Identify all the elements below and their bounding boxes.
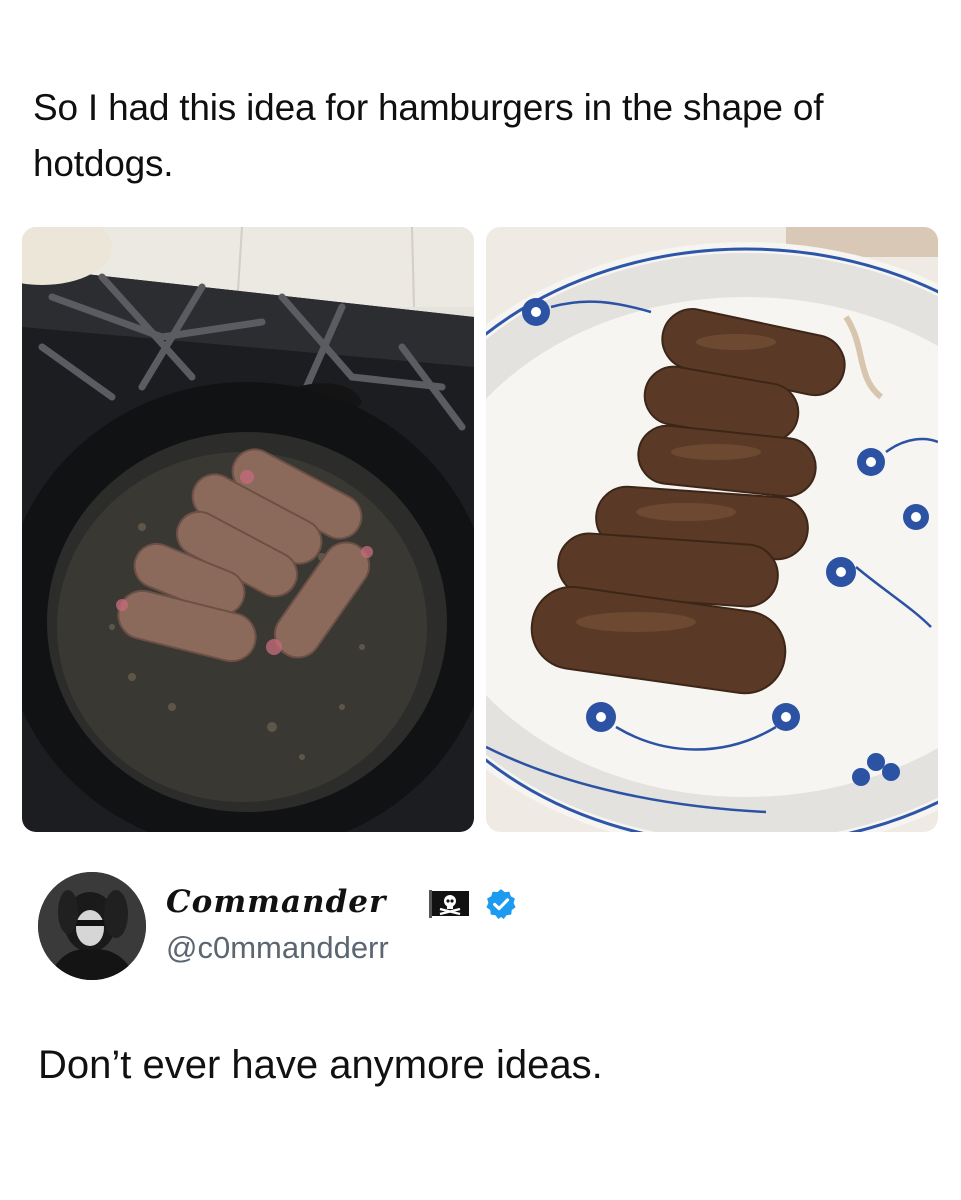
verified-badge-icon [486,889,516,920]
display-name[interactable]: Commander [166,884,386,920]
post-text: So I had this idea for hamburgers in the… [33,87,824,184]
avatar[interactable] [38,872,146,980]
skillet-photo[interactable] [22,227,474,832]
plate-photo[interactable] [486,227,938,832]
handle[interactable]: @c0mmandderr [166,930,389,966]
pirate-flag-icon [429,890,469,918]
reply-text: Don’t ever have anymore ideas. [38,1043,603,1087]
